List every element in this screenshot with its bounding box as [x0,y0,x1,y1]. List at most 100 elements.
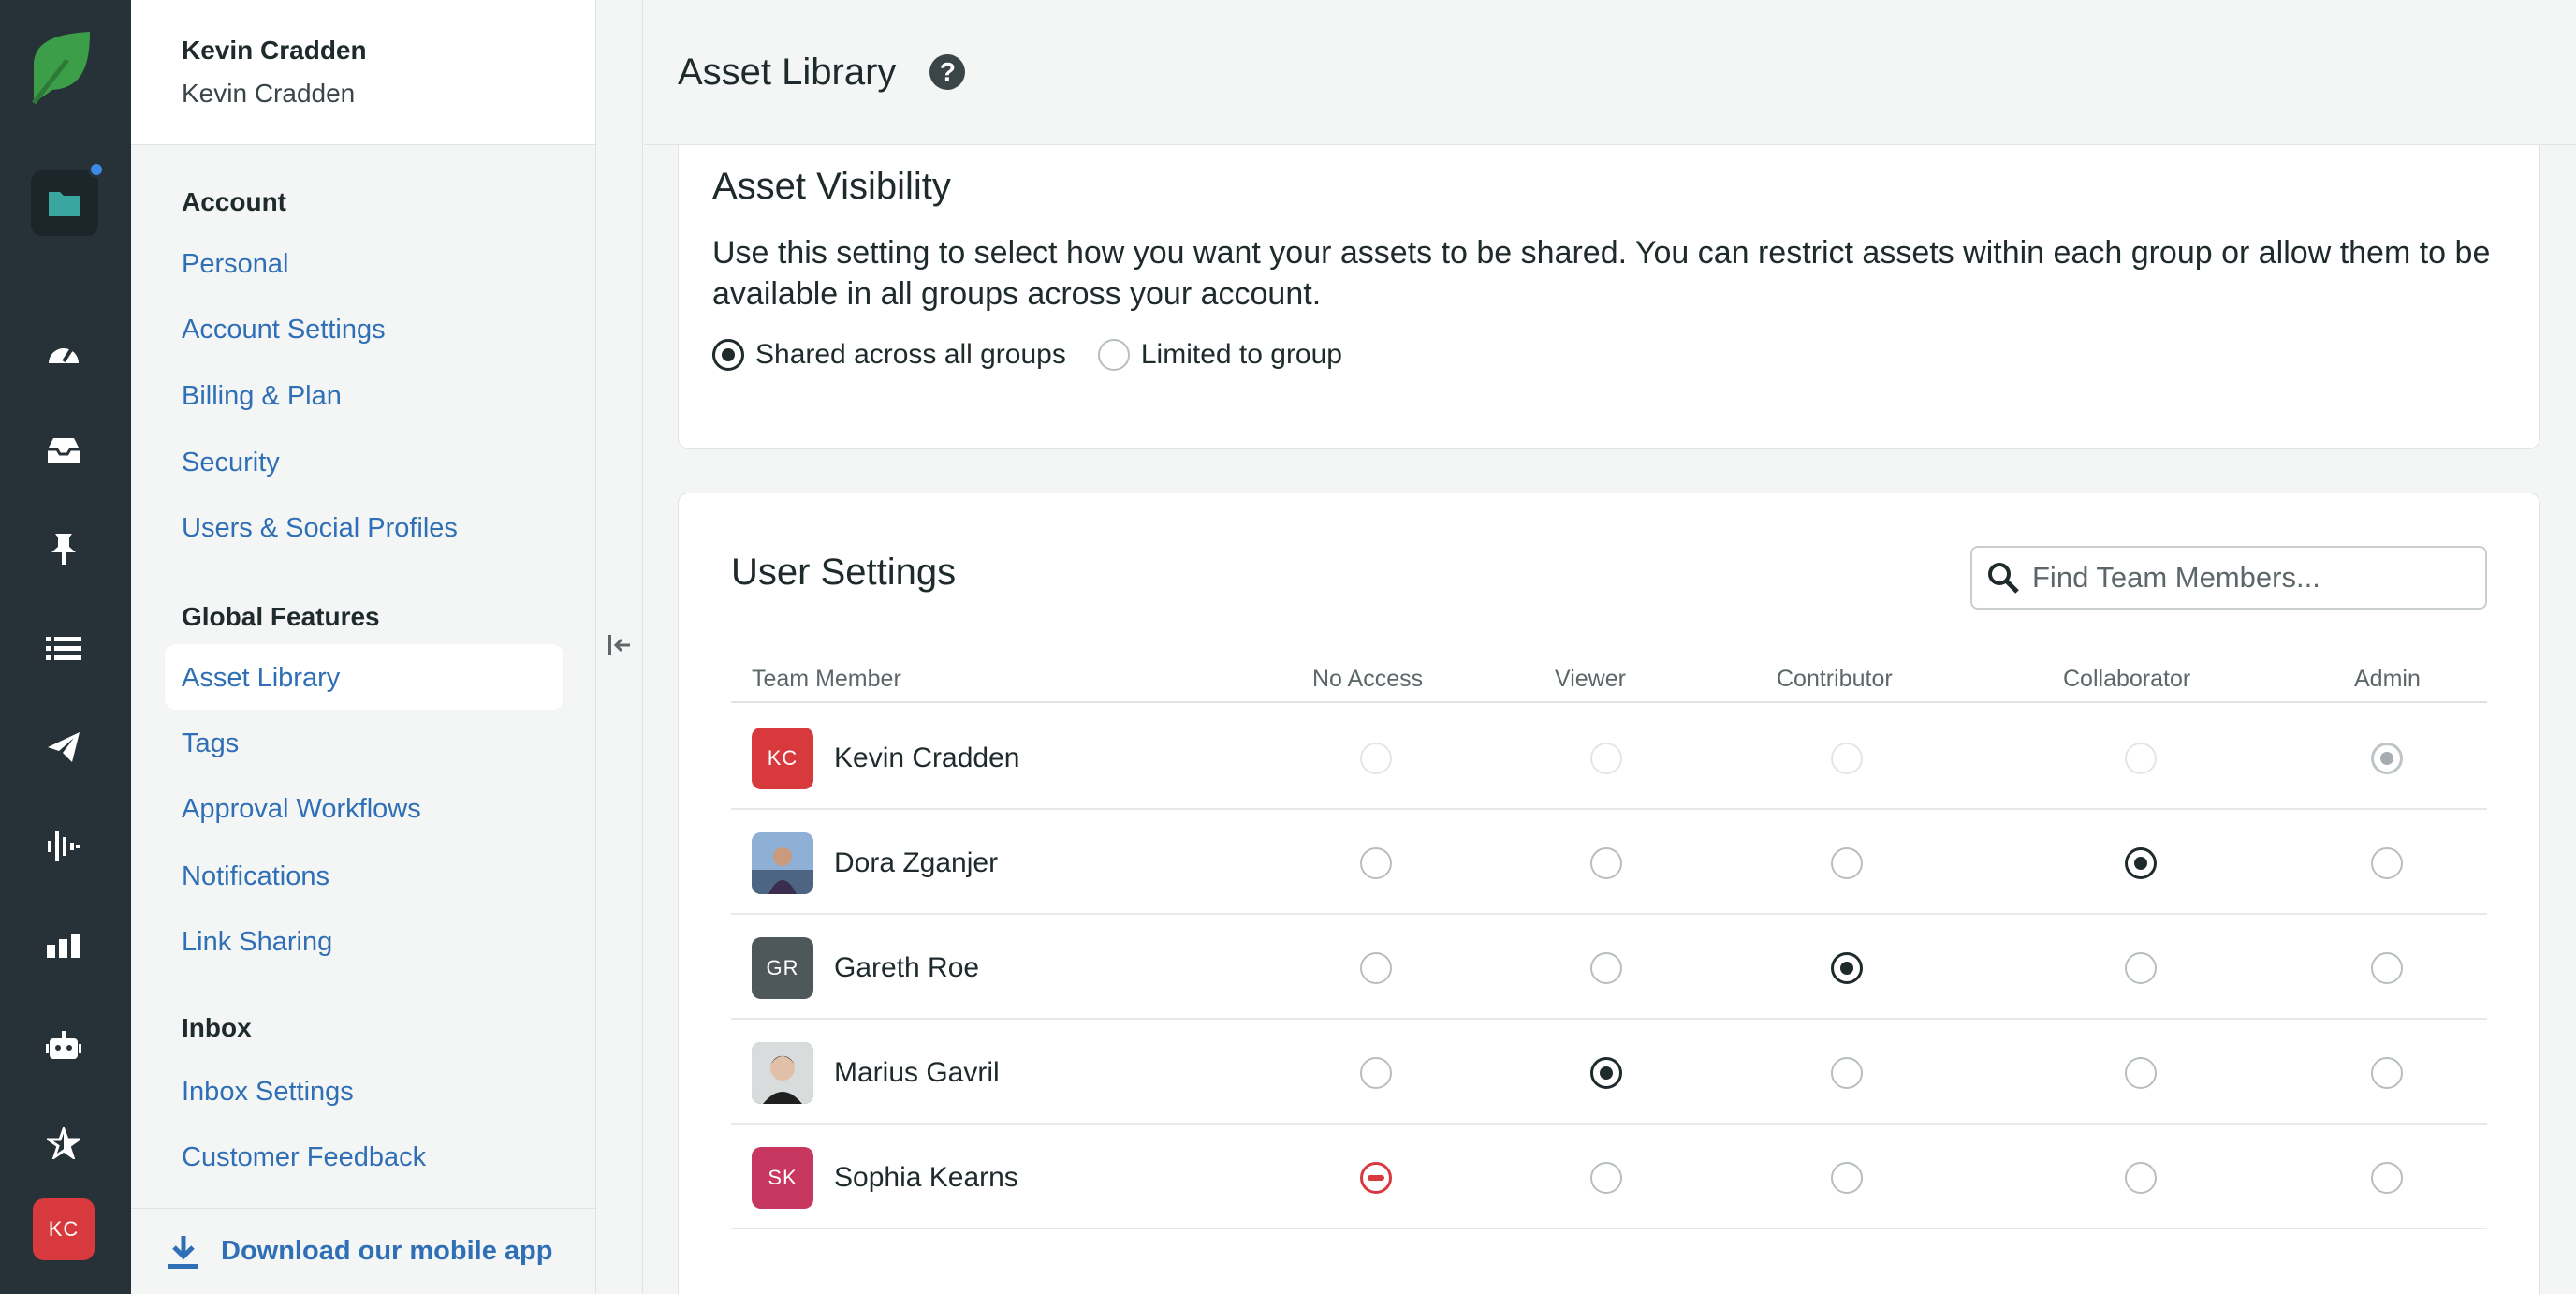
bots-nav[interactable] [37,1022,90,1068]
sidebar-item-security[interactable]: Security [182,448,280,478]
role-radio-no-access[interactable] [1360,847,1392,879]
role-radio-viewer[interactable] [1590,952,1622,984]
sidebar-item-notifications[interactable]: Notifications [182,861,329,892]
radio-limited-to-group[interactable] [1097,339,1130,371]
dashboard-gauge-icon [49,346,79,363]
role-radio-contributor[interactable] [1831,1057,1863,1089]
user-photo [752,832,813,894]
search-input[interactable] [2032,561,2463,595]
visibility-radio-group: Shared across all groups Limited to grou… [712,339,2539,371]
user-settings-heading: User Settings [731,551,957,593]
pin-icon [51,534,76,565]
avatar[interactable]: KC [33,1198,95,1260]
sidebar-item-inbox-settings[interactable]: Inbox Settings [182,1077,354,1108]
role-radio-contributor[interactable] [1831,1162,1863,1194]
collapse-sidebar-icon[interactable] [607,631,632,659]
role-radio-collaborator [2125,743,2157,774]
sidebar-item-approval-workflows[interactable]: Approval Workflows [182,794,421,825]
folder-icon [49,192,80,216]
avatar [752,1042,813,1104]
reviews-nav[interactable] [37,1120,90,1167]
settings-sidebar: Kevin Cradden Kevin Cradden Account Pers… [131,0,596,1294]
table-row: GR Gareth Roe [731,915,2487,1020]
team-member-name: Gareth Roe [834,952,980,983]
publish-nav[interactable] [37,724,90,771]
sidebar-item-customer-feedback[interactable]: Customer Feedback [182,1142,426,1173]
role-radio-collaborator[interactable] [2125,1057,2157,1089]
robot-icon [46,1031,81,1059]
listening-nav[interactable] [37,823,90,870]
role-radio-collaborator[interactable] [2125,847,2157,879]
pin-nav[interactable] [37,525,90,572]
avatar [752,832,813,894]
sidebar-item-billing[interactable]: Billing & Plan [182,381,342,412]
column-header-collaborator: Collaborator [2063,666,2191,692]
role-radio-contributor[interactable] [1831,847,1863,879]
table-row: Marius Gavril [731,1020,2487,1125]
reports-nav[interactable] [37,922,90,969]
team-member-name: Dora Zganjer [834,847,999,878]
audio-waves-icon [48,831,80,861]
user-subname: Kevin Cradden [182,79,356,108]
role-radio-viewer[interactable] [1590,1057,1622,1089]
app-rail: KC [0,0,131,1294]
avatar: GR [752,937,813,999]
download-app-link[interactable]: Download our mobile app [131,1208,596,1294]
sidebar-item-personal[interactable]: Personal [182,249,288,280]
search-icon [1988,563,2019,594]
column-header-viewer: Viewer [1555,666,1626,692]
role-radio-admin[interactable] [2371,1057,2403,1089]
folder-nav-button[interactable] [31,170,98,236]
main-content: Asset Library ? Asset Visibility Use thi… [644,0,2576,1294]
table-header: Team Member No Access Viewer Contributor… [731,658,2487,703]
user-name: Kevin Cradden [182,36,367,65]
team-member-name: Kevin Cradden [834,743,1020,773]
role-radio-admin[interactable] [2371,1162,2403,1194]
role-radio-viewer[interactable] [1590,1162,1622,1194]
section-heading-inbox: Inbox [182,1013,252,1042]
asset-visibility-heading: Asset Visibility [712,166,951,207]
help-icon[interactable]: ? [929,54,966,90]
option-label: Limited to group [1140,339,1342,370]
list-nav[interactable] [37,625,90,672]
star-icon [47,1127,80,1159]
inbox-nav[interactable] [37,427,90,474]
role-radio-admin[interactable] [2371,952,2403,984]
column-header-no-access: No Access [1312,666,1424,692]
paper-plane-icon [48,732,80,762]
sidebar-item-tags[interactable]: Tags [182,728,239,759]
inbox-tray-icon [48,438,80,463]
role-radio-no-access[interactable] [1360,952,1392,984]
sidebar-item-asset-library[interactable]: Asset Library [182,663,340,694]
column-header-admin: Admin [2354,666,2421,692]
section-heading-global-features: Global Features [182,602,380,631]
table-row: Dora Zganjer [731,810,2487,915]
leaf-logo-icon[interactable] [28,28,95,105]
radio-shared-all-groups[interactable] [712,339,744,371]
team-member-name: Sophia Kearns [834,1162,1018,1193]
role-radio-collaborator[interactable] [2125,1162,2157,1194]
sidebar-item-users-social[interactable]: Users & Social Profiles [182,513,458,544]
option-shared-all-groups[interactable]: Shared across all groups [712,339,1066,371]
avatar: KC [752,728,813,789]
role-radio-viewer[interactable] [1590,847,1622,879]
role-radio-collaborator[interactable] [2125,952,2157,984]
role-radio-contributor [1831,743,1863,774]
team-member-name: Marius Gavril [834,1057,1000,1088]
asset-visibility-card: Asset Visibility Use this setting to sel… [678,145,2540,449]
find-team-members-search[interactable] [1970,546,2487,610]
sidebar-item-link-sharing[interactable]: Link Sharing [182,927,332,958]
dashboard-nav[interactable] [37,330,90,376]
page-header: Asset Library ? [644,0,2576,145]
download-app-label: Download our mobile app [221,1236,553,1266]
option-limited-to-group[interactable]: Limited to group [1097,339,1342,371]
role-radio-no-access[interactable] [1360,1162,1392,1194]
role-radio-admin [2371,743,2403,774]
role-radio-contributor[interactable] [1831,952,1863,984]
option-label: Shared across all groups [755,339,1066,370]
asset-visibility-description: Use this setting to select how you want … [712,235,2491,312]
sidebar-item-account-settings[interactable]: Account Settings [182,315,386,346]
role-radio-no-access[interactable] [1360,1057,1392,1089]
role-radio-admin[interactable] [2371,847,2403,879]
table-row: SK Sophia Kearns [731,1125,2487,1229]
